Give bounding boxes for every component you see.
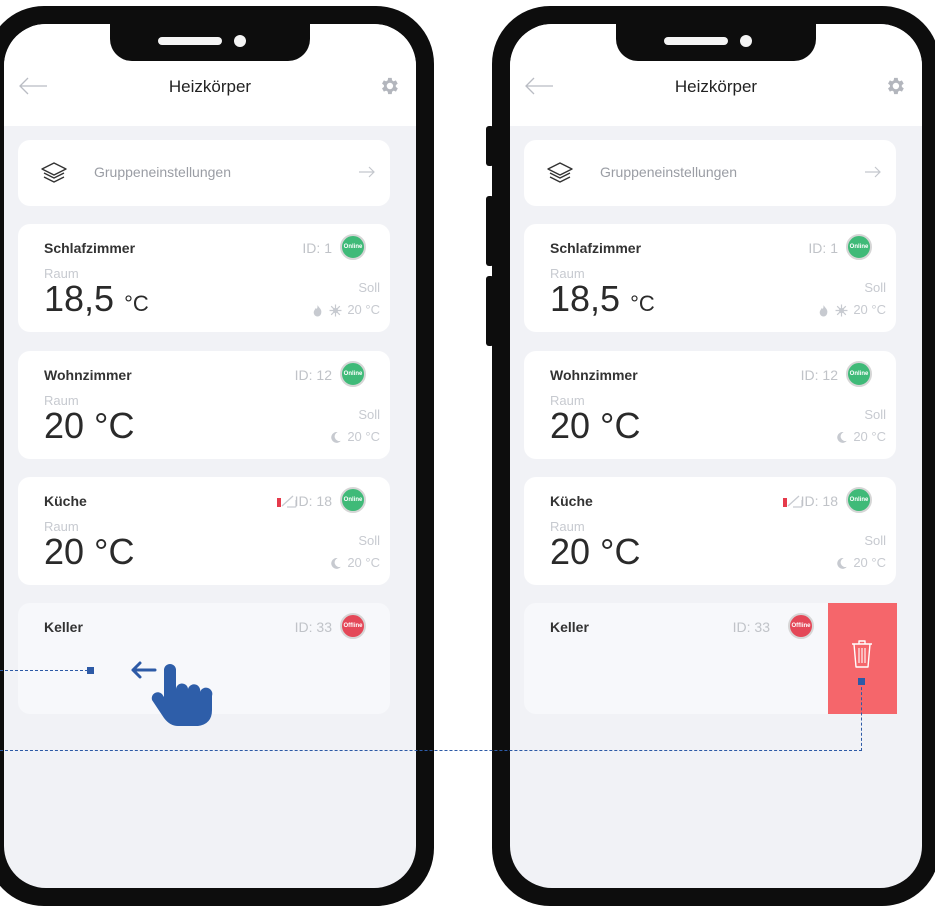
phone-notch [616, 24, 816, 61]
moon-icon [837, 557, 847, 569]
room-name: Keller [550, 619, 589, 635]
radiator-card-kueche[interactable]: Küche ID: 18 Online Raum 20 °C Soll 20 °… [18, 477, 390, 585]
target-temp-label: Soll [358, 407, 380, 422]
group-settings-label: Gruppeneinstellungen [600, 164, 737, 180]
target-temperature: 20 °C [347, 429, 380, 444]
radiator-card-schlafzimmer[interactable]: Schlafzimmer ID: 1 Online Raum 18,5 °C S… [18, 224, 390, 332]
radiator-card-kueche[interactable]: Küche ID: 18 Online Raum 20 °C Soll 20 °… [524, 477, 896, 585]
room-name: Wohnzimmer [550, 367, 638, 383]
guide-line [0, 750, 862, 751]
room-temperature: 18,5 °C [550, 278, 655, 319]
flame-icon [819, 305, 828, 317]
group-settings-label: Gruppeneinstellungen [94, 164, 231, 180]
target-temperature: 20 °C [853, 302, 886, 317]
page-title: Heizkörper [674, 77, 758, 96]
page-title: Heizkörper [168, 77, 252, 96]
device-id: ID: 1 [302, 240, 332, 256]
front-camera [740, 35, 752, 47]
sun-icon [835, 304, 848, 317]
phone-side-button [486, 126, 494, 166]
target-temperature: 20 °C [347, 302, 380, 317]
arrow-right-icon [359, 166, 375, 178]
room-temperature: 18,5 °C [44, 278, 149, 319]
target-temperature: 20 °C [853, 555, 886, 570]
radiator-card-wohnzimmer[interactable]: Wohnzimmer ID: 12 Online Raum 20 °C Soll… [524, 351, 896, 459]
status-badge-online: Online [846, 487, 872, 513]
room-name: Wohnzimmer [44, 367, 132, 383]
status-badge-online: Online [340, 361, 366, 387]
room-temperature: 20 °C [550, 405, 641, 446]
phone-side-button [486, 196, 494, 266]
layers-icon [547, 162, 573, 183]
moon-icon [837, 431, 847, 443]
guide-marker [858, 678, 865, 685]
target-temperature: 20 °C [347, 555, 380, 570]
target-temp-label: Soll [864, 407, 886, 422]
device-id: ID: 33 [294, 619, 332, 635]
delete-button[interactable] [828, 603, 897, 714]
device-id: ID: 12 [800, 367, 838, 383]
gear-icon[interactable] [378, 75, 400, 97]
room-name: Schlafzimmer [44, 240, 136, 256]
target-temp-label: Soll [864, 280, 886, 295]
radiator-card-schlafzimmer[interactable]: Schlafzimmer ID: 1 Online Raum 18,5 °C S… [524, 224, 896, 332]
target-temp-label: Soll [358, 280, 380, 295]
layers-icon [41, 162, 67, 183]
target-temperature: 20 °C [853, 429, 886, 444]
trash-icon [852, 640, 872, 668]
room-temperature: 20 °C [44, 405, 135, 446]
target-temp-label: Soll [864, 533, 886, 548]
room-name: Schlafzimmer [550, 240, 642, 256]
radiator-card-wohnzimmer[interactable]: Wohnzimmer ID: 12 Online Raum 20 °C Soll… [18, 351, 390, 459]
flame-icon [313, 305, 322, 317]
device-id: ID: 33 [732, 619, 770, 635]
room-name: Küche [550, 493, 593, 509]
guide-line [861, 682, 862, 751]
guide-line [0, 670, 88, 671]
phone-side-button [486, 276, 494, 346]
status-badge-offline: Offline [340, 613, 366, 639]
device-id: ID: 18 [800, 493, 838, 509]
phone-screen: Heizkörper Gruppeneinstellungen Schlafzi… [510, 24, 922, 888]
status-badge-online: Online [340, 487, 366, 513]
group-settings-row[interactable]: Gruppeneinstellungen [524, 140, 896, 206]
guide-marker [87, 667, 94, 674]
arrow-right-icon [865, 166, 881, 178]
status-badge-online: Online [846, 361, 872, 387]
status-badge-online: Online [340, 234, 366, 260]
phone-notch [110, 24, 310, 61]
phone-frame-left: Heizkörper Gruppeneinstellungen Schlafzi… [0, 6, 434, 906]
phone-screen: Heizkörper Gruppeneinstellungen Schlafzi… [4, 24, 416, 888]
pointing-hand-icon [151, 664, 213, 726]
device-id: ID: 12 [294, 367, 332, 383]
status-badge-offline: Offline [788, 613, 814, 639]
moon-icon [331, 431, 341, 443]
room-temperature: 20 °C [44, 531, 135, 572]
status-badge-online: Online [846, 234, 872, 260]
front-camera [234, 35, 246, 47]
phone-frame-right: Heizkörper Gruppeneinstellungen Schlafzi… [486, 6, 935, 906]
gear-icon[interactable] [884, 75, 906, 97]
room-temperature: 20 °C [550, 531, 641, 572]
moon-icon [331, 557, 341, 569]
speaker-grille [158, 37, 222, 45]
sun-icon [329, 304, 342, 317]
room-name: Küche [44, 493, 87, 509]
group-settings-row[interactable]: Gruppeneinstellungen [18, 140, 390, 206]
target-temp-label: Soll [358, 533, 380, 548]
speaker-grille [664, 37, 728, 45]
device-id: ID: 18 [294, 493, 332, 509]
room-name: Keller [44, 619, 83, 635]
device-id: ID: 1 [808, 240, 838, 256]
